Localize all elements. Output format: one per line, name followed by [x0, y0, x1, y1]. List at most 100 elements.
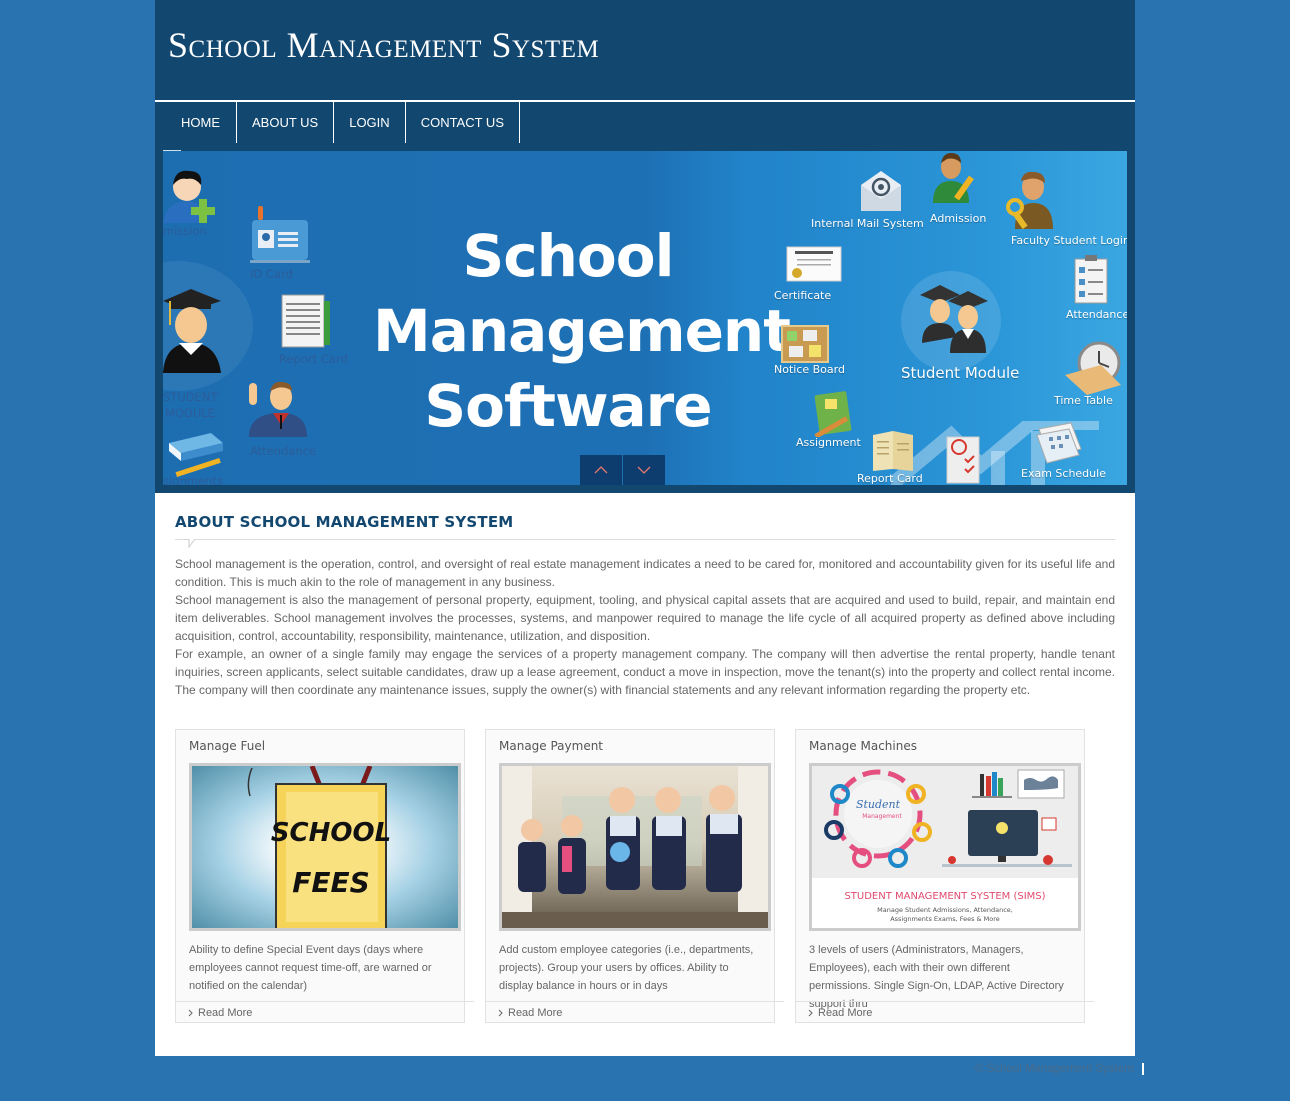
exam-schedule-icon [1036, 422, 1082, 464]
sign-text-school: SCHOOL [271, 818, 391, 848]
banner-label-notice-board: Notice Board [774, 363, 845, 376]
main-content: ABOUT SCHOOL MANAGEMENT SYSTEM School ma… [155, 493, 1135, 1056]
faculty-login-key-icon [1006, 171, 1053, 230]
card-title: Manage Machines [809, 739, 917, 753]
assignments-book-icon [169, 433, 223, 477]
card-footer: Read More [486, 1001, 784, 1023]
graduate-student-icon [163, 289, 221, 373]
banner-label-admission: Admission [930, 212, 987, 225]
slider-prev-button[interactable] [580, 455, 622, 485]
banner-label-exam-schedule: Exam Schedule [1021, 467, 1106, 480]
slider-next-button[interactable] [623, 455, 665, 485]
read-more-link[interactable]: Read More [498, 1007, 562, 1019]
read-more-label: Read More [198, 1006, 253, 1019]
slider-controls [580, 455, 665, 485]
about-body: School management is the operation, cont… [175, 555, 1115, 699]
students-jumping-graphic [502, 766, 768, 928]
page-wrapper: School Management System HOME ABOUT US L… [155, 0, 1135, 1056]
banner-headline-line-2: Management [373, 297, 791, 365]
school-fees-sign-graphic: SCHOOL FEES [247, 766, 391, 928]
nav-login[interactable]: LOGIN [334, 102, 406, 143]
feature-card-manage-machines: Manage Machines Student Management STUDE… [795, 729, 1094, 1023]
chevron-right-icon [498, 1009, 503, 1016]
copyright-text: © School Management System [975, 1063, 1134, 1075]
admission-pencil-icon [933, 153, 974, 203]
sims-subtext-2: Assignments Exams, Fees & More [890, 915, 1000, 923]
internal-mail-icon [861, 171, 901, 211]
report-card-icon [281, 294, 330, 348]
footer-separator [1141, 1063, 1144, 1075]
chevron-right-icon [188, 1009, 193, 1016]
card-description: Ability to define Special Event days (da… [189, 944, 432, 992]
banner-label-student-module: Student Module [901, 364, 1020, 382]
banner-slider[interactable]: mission ID Card Report Card STUDENT MODU… [163, 151, 1127, 485]
notice-board-icon [781, 325, 829, 363]
card-footer: Read More [176, 1001, 474, 1023]
sign-text-fees: FEES [292, 866, 370, 899]
banner-label-mission: mission [163, 224, 207, 238]
attendance-teacher-icon [249, 381, 307, 437]
student-module-icon [920, 285, 988, 353]
sims-heading-text: STUDENT MANAGEMENT SYSTEM (SIMS) [844, 891, 1045, 902]
banner-label-attendance-right: Attendance [1066, 308, 1127, 321]
about-title: ABOUT SCHOOL MANAGEMENT SYSTEM [175, 513, 514, 531]
chevron-right-icon [808, 1009, 813, 1016]
banner-label-student: STUDENT [163, 390, 218, 404]
read-more-link[interactable]: Read More [188, 1007, 252, 1019]
banner-headline: School Management Software [373, 219, 791, 444]
students-photo-image [499, 763, 771, 931]
exam-grade-icon [946, 436, 980, 484]
banner-label-report-card: Report Card [279, 352, 348, 366]
id-card-icon [250, 206, 310, 263]
banner-frame: mission ID Card Report Card STUDENT MODU… [155, 143, 1135, 493]
banner-label-report-card-right: Report Card [857, 472, 923, 485]
admission-user-icon [163, 170, 215, 223]
banner-headline-line-1: School [462, 222, 674, 290]
card-title: Manage Payment [499, 739, 604, 753]
card-description: 3 levels of users (Administrators, Manag… [809, 944, 1064, 1010]
report-card-book-icon [873, 431, 913, 471]
management-script-text: Management [862, 813, 902, 820]
sims-subtext-1: Manage Student Admissions, Attendance, [877, 906, 1013, 914]
about-paragraph: School management is the operation, cont… [175, 557, 1115, 589]
nav-home[interactable]: HOME [155, 102, 237, 143]
divider-notch [185, 539, 196, 549]
feature-card-manage-fuel: Manage Fuel SCHOOL FEES Ability to defin… [175, 729, 474, 1023]
sims-illustration-graphic: Student Management STUDENT MANAGEMENT SY… [812, 766, 1078, 928]
banner-headline-line-3: Software [424, 372, 712, 440]
card-description: Add custom employee categories (i.e., de… [499, 944, 754, 992]
student-script-text: Student [856, 798, 901, 811]
school-fees-image: SCHOOL FEES [189, 763, 461, 931]
site-header: School Management System [155, 0, 1135, 100]
assignment-notebook-icon [814, 391, 852, 437]
nav-contact-us[interactable]: CONTACT US [406, 102, 520, 143]
read-more-label: Read More [818, 1006, 873, 1019]
attendance-clipboard-icon [1074, 255, 1108, 304]
card-footer: Read More [796, 1001, 1094, 1023]
certificate-icon [786, 246, 842, 282]
read-more-link[interactable]: Read More [808, 1007, 872, 1019]
student-management-image: Student Management STUDENT MANAGEMENT SY… [809, 763, 1081, 931]
nav-about-us[interactable]: ABOUT US [237, 102, 335, 143]
site-footer: © School Management System [975, 1063, 1144, 1075]
banner-label-attendance-left: Attendance [250, 444, 317, 458]
banner-label-id-card: ID Card [250, 267, 293, 281]
banner-label-module: MODULE [165, 406, 215, 420]
banner-label-internal-mail: Internal Mail System [811, 217, 924, 230]
banner-label-faculty-login: Faculty Student Login [1011, 234, 1127, 247]
main-nav: HOME ABOUT US LOGIN CONTACT US [155, 102, 1135, 143]
feature-card-manage-payment: Manage Payment Add custom employee categ… [485, 729, 784, 1023]
feature-cards: Manage Fuel SCHOOL FEES Ability to defin… [175, 729, 1115, 1023]
banner-label-assignments: signments [163, 474, 223, 485]
banner-label-time-table: Time Table [1054, 394, 1113, 407]
about-paragraph: For example, an owner of a single family… [175, 647, 1115, 697]
banner-label-certificate: Certificate [774, 289, 832, 302]
about-paragraph: School management is also the management… [175, 593, 1115, 643]
title-divider [175, 537, 1115, 549]
site-title: School Management System [168, 25, 600, 65]
chevron-down-icon [637, 466, 651, 474]
card-title: Manage Fuel [189, 739, 266, 753]
read-more-label: Read More [508, 1006, 563, 1019]
time-table-clock-icon [1065, 341, 1121, 395]
chevron-up-icon [594, 466, 608, 474]
